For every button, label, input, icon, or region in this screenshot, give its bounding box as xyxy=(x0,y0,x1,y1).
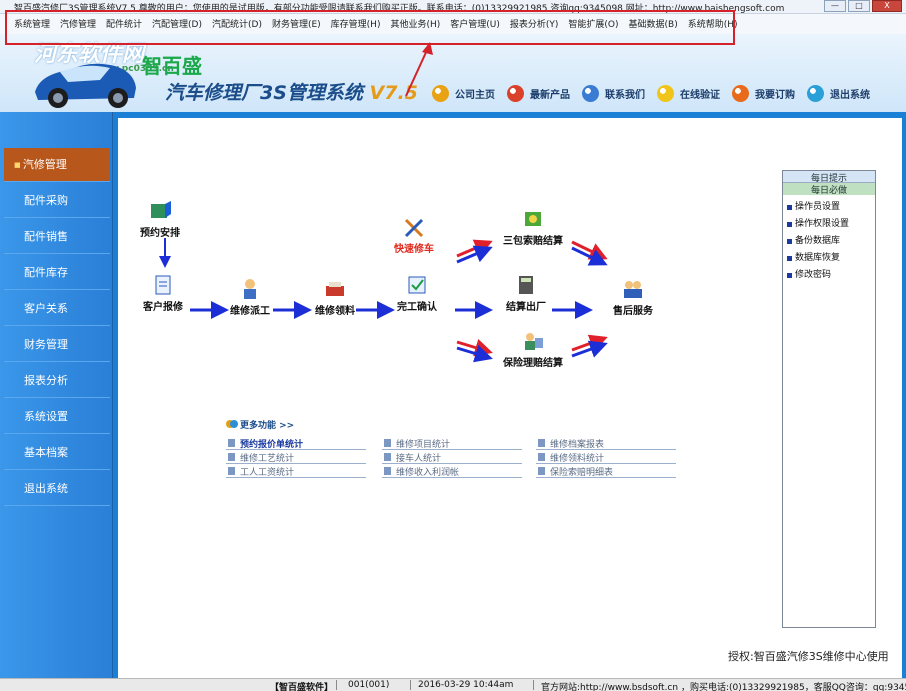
flow-label: 售后服务 xyxy=(613,306,653,317)
more-functions-title: 更多功能 >> xyxy=(240,421,295,431)
flow-arrows xyxy=(159,238,608,363)
tip-restore-db[interactable]: 数据库恢复 xyxy=(783,250,875,267)
flow-arrow-down-left xyxy=(456,339,493,363)
parts-icon xyxy=(326,282,344,296)
tips-title: 每日提示 xyxy=(783,171,875,184)
license-text: 授权:智百盛汽修3S维修中心使用 xyxy=(728,650,889,663)
flow-label: 维修领料 xyxy=(315,306,355,317)
link-receiver-stats[interactable]: 接车人统计 xyxy=(382,451,522,464)
tip-permission-settings[interactable]: 操作权限设置 xyxy=(783,216,875,233)
appointment-icon xyxy=(151,201,171,218)
link-process-stats[interactable]: 维修工艺统计 xyxy=(226,451,366,464)
flow-node-completion[interactable]: 完工确认 xyxy=(397,274,437,313)
flow-arrow-up-left xyxy=(456,239,493,264)
tips-subtitle: 每日必做 xyxy=(783,183,875,196)
document-icon xyxy=(155,275,171,295)
link-archive-report[interactable]: 维修档案报表 xyxy=(536,437,676,450)
flow-node-warranty[interactable]: 三包索赔结算 xyxy=(503,208,563,247)
tip-change-password[interactable]: 修改密码 xyxy=(783,267,875,284)
flow-node-after-sales[interactable]: 售后服务 xyxy=(613,278,653,317)
worker-icon xyxy=(244,279,256,299)
tools-icon xyxy=(404,218,424,238)
service-icon xyxy=(624,281,642,298)
tip-operator-settings[interactable]: 操作员设置 xyxy=(783,199,875,216)
tip-backup-db[interactable]: 备份数据库 xyxy=(783,233,875,250)
insurance-icon xyxy=(525,333,543,350)
flow-node-dispatch[interactable]: 维修派工 xyxy=(230,278,270,317)
flow-node-checkout[interactable]: 结算出厂 xyxy=(506,274,546,313)
status-bar: 【智百盛软件】 001(001) 2016-03-29 10:44am 官方网站… xyxy=(0,678,906,691)
flow-arrow-up-right xyxy=(571,240,608,266)
link-claim-detail[interactable]: 保险索赔明细表 xyxy=(536,465,676,478)
link-quote-stats[interactable]: 预约报价单统计 xyxy=(226,437,366,450)
link-wage-stats[interactable]: 工人工资统计 xyxy=(226,465,366,478)
flow-node-insurance[interactable]: 保险理赔结算 xyxy=(503,330,563,369)
status-datetime: 2016-03-29 10:44am xyxy=(418,680,514,690)
money-icon xyxy=(525,212,541,226)
link-item-stats[interactable]: 维修项目统计 xyxy=(382,437,522,450)
flow-label: 结算出厂 xyxy=(506,302,546,313)
flow-label: 完工确认 xyxy=(397,302,437,313)
daily-tips-panel: 每日提示 每日必做 操作员设置 操作权限设置 备份数据库 数据库恢复 修改密码 xyxy=(782,170,876,628)
flow-label: 保险理赔结算 xyxy=(503,358,563,369)
status-separator xyxy=(336,680,337,690)
flow-node-customer-repair[interactable]: 客户报修 xyxy=(143,274,183,313)
more-icon xyxy=(226,420,238,428)
flow-node-quick-repair[interactable]: 快速修车 xyxy=(394,216,434,255)
status-separator xyxy=(533,680,534,690)
calculator-icon xyxy=(519,276,533,294)
flow-label: 快速修车 xyxy=(394,244,434,255)
completion-icon xyxy=(408,276,426,294)
status-company: 【智百盛软件】 xyxy=(270,683,334,691)
flow-label: 预约安排 xyxy=(140,228,180,239)
flow-node-materials[interactable]: 维修领料 xyxy=(315,278,355,317)
flow-label: 维修派工 xyxy=(230,306,270,317)
flow-label: 客户报修 xyxy=(143,302,183,313)
flow-node-appointment[interactable]: 预约安排 xyxy=(140,200,180,239)
status-info: 官方网站:http://www.bsdsoft.cn ，购买电话:(0)1332… xyxy=(541,683,906,691)
flow-arrow-down-right xyxy=(571,334,608,358)
link-profit-ledger[interactable]: 维修收入利润帐 xyxy=(382,465,522,478)
flow-label: 三包索赔结算 xyxy=(503,236,563,247)
link-material-stats[interactable]: 维修领料统计 xyxy=(536,451,676,464)
status-user: 001(001) xyxy=(348,680,390,690)
status-separator xyxy=(410,680,411,690)
